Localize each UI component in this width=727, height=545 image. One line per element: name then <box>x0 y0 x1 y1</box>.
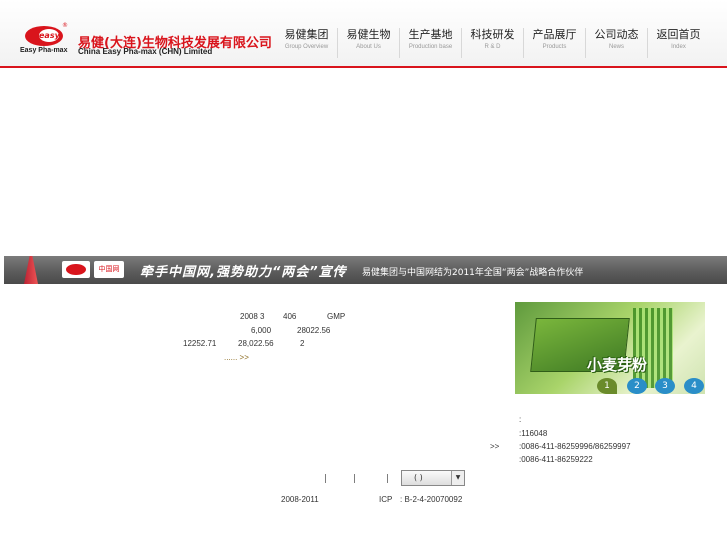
logo-text: easy <box>39 29 60 42</box>
nav-products[interactable]: 产品展厅 Products <box>523 28 585 58</box>
nav-label: 易健集团 <box>284 28 329 41</box>
news-banner[interactable]: 中国网 牵手中国网,强势助力“两会”宣传 易健集团与中国网结为2011年全国“两… <box>4 256 727 284</box>
easy-logo-icon <box>62 261 90 278</box>
intro-text: 406 <box>283 312 297 321</box>
logo-caption: Easy Pha-max <box>20 47 68 54</box>
contact-fax: :0086-411-86259222 <box>519 455 593 464</box>
slide-pager-2[interactable]: 2 <box>627 378 647 394</box>
link-separator: | <box>386 474 390 484</box>
friend-links-select[interactable]: ( ) ▼ <box>401 470 465 486</box>
link-separator: | <box>324 474 328 484</box>
china-net-logo: 中国网 <box>94 261 124 278</box>
select-value: ( ) <box>414 473 423 482</box>
nav-group-overview[interactable]: 易健集团 Group Overview <box>276 28 337 58</box>
intro-text: 2008 3 <box>240 312 265 321</box>
main-nav: 易健集团 Group Overview 易健生物 About Us 生产基地 P… <box>276 28 709 58</box>
nav-sublabel: News <box>608 44 624 50</box>
intro-text: 6,000 <box>251 326 272 335</box>
nav-sublabel: Production base <box>408 44 453 50</box>
nav-sublabel: About Us <box>356 44 381 50</box>
banner-caption: 易健集团与中国网结为2011年全国“两会”战略合作伙伴 <box>362 268 584 278</box>
intro-text: 2 <box>300 339 305 348</box>
more-link[interactable]: ...... >> <box>224 353 249 362</box>
nav-sublabel: Group Overview <box>284 44 329 50</box>
contact-postcode: :116048 <box>519 429 548 438</box>
nav-news[interactable]: 公司动态 News <box>585 28 647 58</box>
icp-number: : B-2-4-20070092 <box>400 495 463 504</box>
nav-label: 科技研发 <box>470 28 515 41</box>
logo-badge[interactable]: easy <box>25 26 63 46</box>
nav-sublabel: R & D <box>484 44 501 50</box>
icp-label: ICP <box>379 495 393 504</box>
slide-pager-1[interactable]: 1 <box>597 378 617 394</box>
company-name-en: China Easy Pha-max (CHN) Limited <box>78 47 213 56</box>
nav-production-base[interactable]: 生产基地 Production base <box>399 28 461 58</box>
link-separator: | <box>353 474 357 484</box>
banner-slogan: 牵手中国网,强势助力“两会”宣传 <box>140 265 347 280</box>
slide-pager-3[interactable]: 3 <box>655 378 675 394</box>
chevron-down-icon[interactable]: ▼ <box>451 471 464 485</box>
intro-text: 28,022.56 <box>238 339 274 348</box>
contact-address: : <box>519 415 522 424</box>
nav-label: 返回首页 <box>656 28 701 41</box>
intro-text: GMP <box>327 312 346 321</box>
nav-about-us[interactable]: 易健生物 About Us <box>337 28 399 58</box>
nav-label: 易健生物 <box>346 28 391 41</box>
intro-text: 12252.71 <box>183 339 217 348</box>
nav-index[interactable]: 返回首页 Index <box>647 28 709 58</box>
nav-label: 产品展厅 <box>532 28 577 41</box>
intro-text: 28022.56 <box>297 326 331 335</box>
copyright-years: 2008-2011 <box>281 495 319 504</box>
wheat-grass-image <box>633 308 673 388</box>
nav-label: 公司动态 <box>594 28 639 41</box>
contact-more-link[interactable]: >> <box>490 442 499 451</box>
nav-label: 生产基地 <box>408 28 453 41</box>
product-title: 小麦芽粉 <box>587 356 648 374</box>
slide-pager-4[interactable]: 4 <box>684 378 704 394</box>
header: easy ® Easy Pha-max 易健(大连)生物科技发展有限公司 Chi… <box>0 0 727 68</box>
contact-phone: :0086-411-86259996/86259997 <box>519 442 631 451</box>
tv-tower-icon <box>24 256 38 284</box>
registered-mark: ® <box>62 22 68 29</box>
nav-sublabel: Products <box>542 44 567 50</box>
nav-rd[interactable]: 科技研发 R & D <box>461 28 523 58</box>
nav-sublabel: Index <box>671 44 686 50</box>
